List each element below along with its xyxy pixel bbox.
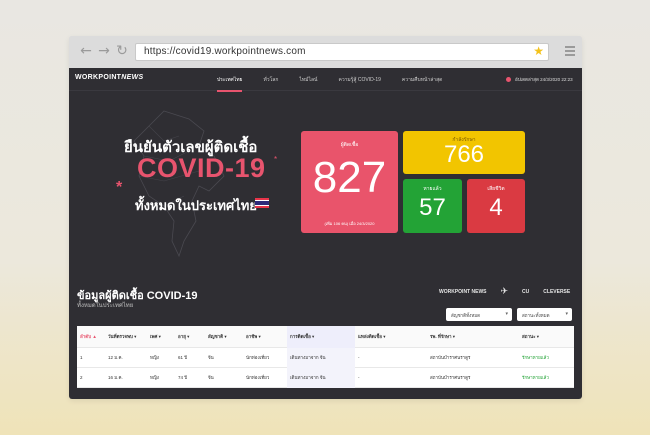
cell-date: 12 ม.ค. [108, 355, 123, 360]
cell-occupation: นักท่องเที่ยว [246, 355, 270, 360]
col-status[interactable]: สถานะ ▾ [519, 333, 574, 340]
address-bar[interactable]: https://covid19.workpointnews.com ★ [135, 43, 549, 61]
treat-value: 766 [443, 141, 485, 168]
status-filter-value: สถานะทั้งหมด [522, 313, 550, 318]
col-order[interactable]: ลำดับ ▲ [77, 333, 105, 340]
browser-window: ← → ↻ https://covid19.workpointnews.com … [69, 36, 582, 399]
card-in-treatment: กำลังรักษา 766 [403, 131, 525, 174]
card-deaths: เสียชีวิต 4 [467, 179, 525, 233]
table-row[interactable]: 1 12 ม.ค. หญิง 61 ปี จีน นักท่องเที่ยว เ… [77, 347, 574, 368]
nav-latest[interactable]: ความคืบหน้าล่าสุด [402, 68, 442, 91]
cell-hospital: สถาบันบำราศนราดูร [430, 355, 471, 360]
site-logo[interactable]: WORKPOINTNEWS [75, 74, 143, 81]
partner-logos: WORKPOINT NEWS ✈ CU CLEVERSE [439, 286, 582, 297]
nav-thailand[interactable]: ประเทศไทย [217, 68, 243, 92]
cell-nationality: จีน [208, 375, 214, 380]
total-value: 827 [312, 153, 387, 202]
recov-label: หายแล้ว [423, 186, 442, 192]
headline-thailand: ทั้งหมดในประเทศไทย [135, 198, 257, 213]
main-nav: ประเทศไทย ทั่วโลก ไทม์ไลน์ ความรู้สู้ CO… [217, 68, 463, 92]
chevron-down-icon: ▾ [565, 311, 568, 317]
table-row[interactable]: 2 16 ม.ค. หญิง 74 ปี จีน นักท่องเที่ยว เ… [77, 367, 574, 388]
col-hospital[interactable]: รพ. ที่รักษา ▾ [427, 333, 519, 340]
webpage: WORKPOINTNEWS ประเทศไทย ทั่วโลก ไทม์ไลน์… [69, 68, 582, 399]
browser-toolbar: ← → ↻ https://covid19.workpointnews.com … [69, 36, 582, 68]
col-source[interactable]: แหล่งติดเชื้อ ▾ [355, 333, 427, 340]
bird-logo-icon: ✈ [500, 286, 509, 296]
col-date[interactable]: วันที่ตรวจพบ ▾ [105, 333, 147, 340]
nav-timeline[interactable]: ไทม์ไลน์ [299, 68, 317, 91]
cell-source: - [358, 355, 360, 360]
bookmark-star-icon[interactable]: ★ [533, 44, 544, 58]
cell-hospital: สถาบันบำราศนราดูร [430, 375, 471, 380]
footnote-asterisk: * [274, 155, 278, 164]
forward-arrow-icon[interactable]: → [97, 44, 111, 58]
cell-order: 2 [80, 375, 83, 380]
cell-sex: หญิง [150, 375, 159, 380]
col-infection[interactable]: การติดเชื้อ ▾ [287, 325, 355, 348]
nav-knowledge[interactable]: ความรู้สู้ COVID-19 [338, 68, 380, 91]
col-age[interactable]: อายุ ▾ [175, 333, 205, 340]
site-header: WORKPOINTNEWS ประเทศไทย ทั่วโลก ไทม์ไลน์… [69, 68, 582, 92]
col-nationality[interactable]: สัญชาติ ▾ [205, 333, 243, 340]
covid-title: COVID-19 [137, 153, 266, 183]
cases-table: ลำดับ ▲ วันที่ตรวจพบ ▾ เพศ ▾ อายุ ▾ สัญช… [77, 325, 574, 388]
url-text: https://covid19.workpointnews.com [144, 46, 306, 57]
live-indicator-dot [506, 77, 511, 82]
total-label: ผู้ติดเชื้อ [340, 142, 359, 148]
back-arrow-icon[interactable]: ← [79, 44, 93, 58]
death-label: เสียชีวิต [487, 186, 505, 192]
cell-occupation: นักท่องเที่ยว [246, 375, 270, 380]
cell-status: รักษาหายแล้ว [522, 355, 549, 360]
col-occupation[interactable]: อาชีพ ▾ [243, 333, 287, 340]
cell-order: 1 [80, 355, 83, 360]
reload-icon[interactable]: ↻ [115, 44, 129, 58]
chevron-down-icon: ▾ [505, 311, 508, 317]
nationality-filter-value: สัญชาติทั้งหมด [451, 313, 481, 318]
decorative-asterisk-icon: * [116, 179, 123, 196]
cell-nationality: จีน [208, 355, 214, 360]
partner-cu-logo: CU [522, 288, 530, 295]
cell-infection: เดินทางมาจาก จีน [287, 347, 355, 368]
cell-date: 16 ม.ค. [108, 375, 123, 380]
partner-workpoint-logo: WORKPOINT NEWS [439, 288, 487, 295]
recov-value: 57 [419, 194, 446, 221]
cell-age: 74 ปี [178, 375, 188, 380]
table-header: ลำดับ ▲ วันที่ตรวจพบ ▾ เพศ ▾ อายุ ▾ สัญช… [77, 325, 574, 348]
cell-source: - [358, 375, 360, 380]
col-sex[interactable]: เพศ ▾ [147, 333, 175, 340]
status-filter[interactable]: สถานะทั้งหมด ▾ [517, 308, 572, 321]
nationality-filter[interactable]: สัญชาติทั้งหมด ▾ [446, 308, 512, 321]
cell-infection: เดินทางมาจาก จีน [287, 367, 355, 388]
cell-status: รักษาหายแล้ว [522, 375, 549, 380]
browser-menu-icon[interactable] [565, 46, 575, 58]
partner-cleverse-logo: CLEVERSE [543, 288, 571, 295]
cell-age: 61 ปี [178, 355, 188, 360]
death-value: 4 [489, 194, 503, 221]
card-recovered: หายแล้ว 57 [403, 179, 462, 233]
last-updated: อัปเดตล่าสุด 24/3/2020 22:23 [515, 77, 573, 82]
card-total-infected: ผู้ติดเชื้อ 827 (เพิ่ม 106 คน) เมื่อ 24/… [301, 131, 398, 233]
thai-flag-icon [255, 198, 269, 208]
hero-section: ยืนยันตัวเลขผู้ติดเชื้อ COVID-19 * * ทั้… [69, 91, 582, 261]
cell-sex: หญิง [150, 355, 159, 360]
nav-world[interactable]: ทั่วโลก [263, 68, 278, 91]
data-section-subtitle: ทั้งหมดในประเทศไทย [77, 303, 134, 309]
total-note: (เพิ่ม 106 คน) เมื่อ 24/3/2020 [324, 221, 375, 226]
